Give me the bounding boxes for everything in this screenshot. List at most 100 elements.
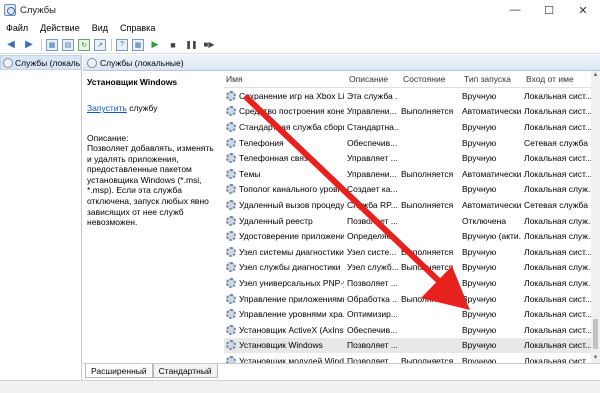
table-body: Сохранение игр на Xbox Live Эта служба ..… xyxy=(224,88,591,363)
window-controls: — ☐ ✕ xyxy=(498,0,600,20)
table-row[interactable]: Установщик ActiveX (AxInst... Обеспечив..… xyxy=(224,322,591,338)
description-text: Позволяет добавлять, изменять и удалять … xyxy=(87,143,214,228)
export-icon[interactable]: ↗ xyxy=(94,38,106,51)
cell-startup-type: Вручную xyxy=(462,246,497,257)
cell-name: Установщик модулей Wind... xyxy=(224,355,344,363)
service-gear-icon xyxy=(226,340,236,351)
cell-name: Управление уровнями хра... xyxy=(224,309,344,320)
services-app-icon xyxy=(4,4,16,16)
service-name: Стандартная служба сборщ... xyxy=(239,121,344,132)
service-gear-icon xyxy=(226,199,236,210)
table-row[interactable]: Телефонная связь Управляет ... Вручную Лока… xyxy=(224,150,591,166)
column-header-name[interactable]: Имя xyxy=(224,74,344,84)
cell-startup-type: Вручную xyxy=(462,324,497,335)
cell-startup-type: Вручную (акти... xyxy=(462,231,521,242)
table-row[interactable]: Темы Управлени... Выполняется Автоматически… xyxy=(224,166,591,182)
extended-view-icon[interactable]: ▦ xyxy=(132,38,144,51)
table-row[interactable]: Установщик Windows Позволяет ... Вручную Ло… xyxy=(224,337,591,354)
service-name: Сохранение игр на Xbox Live xyxy=(239,90,344,101)
vertical-scrollbar[interactable]: ▲ ▼ xyxy=(591,71,600,363)
menu-help[interactable]: Справка xyxy=(114,23,161,33)
menu-file[interactable]: Файл xyxy=(0,23,34,33)
restart-service-icon[interactable]: ■▶ xyxy=(202,38,216,52)
scroll-up-icon[interactable]: ▲ xyxy=(591,71,600,80)
table-row[interactable]: Телефония Обеспечив... Вручную Сетевая служ… xyxy=(224,135,591,151)
table-row[interactable]: Управление уровнями хра... Оптимизир... Вр… xyxy=(224,306,591,322)
service-name: Телефонная связь xyxy=(239,153,313,164)
tree-item-local-services[interactable]: Службы (локальн xyxy=(0,55,81,70)
status-bar xyxy=(0,380,600,393)
cell-startup-type: Вручную xyxy=(462,153,497,164)
service-gear-icon xyxy=(226,153,236,164)
cell-startup-type: Отключена xyxy=(462,215,507,226)
service-gear-icon xyxy=(226,246,236,257)
cell-status: Выполняется xyxy=(401,246,454,257)
cell-status: Выполняется xyxy=(401,106,454,117)
cell-name: Узел системы диагностики xyxy=(224,246,344,257)
column-header-startup-type[interactable]: Тип запуска xyxy=(459,74,521,84)
cell-name: Узел универсальных PNP-у... xyxy=(224,277,344,288)
column-header-log-on-as[interactable]: Вход от име xyxy=(521,74,591,84)
cell-description: Позволяет ... xyxy=(347,215,398,226)
minimize-button[interactable]: — xyxy=(498,0,532,20)
cell-description: Позволяет ... xyxy=(347,277,398,288)
refresh-icon[interactable]: ↻ xyxy=(78,38,90,51)
table-row[interactable]: Узел службы диагностики Узел служб... Выпо… xyxy=(224,260,591,276)
service-name: Средство построения конеч... xyxy=(239,106,344,117)
service-name: Управление уровнями хра... xyxy=(239,309,344,320)
cell-log-on-as: Локальная служ... xyxy=(524,277,591,288)
table-row[interactable]: Управление приложениями Обработка ... Выпо… xyxy=(224,291,591,307)
cell-startup-type: Автоматически xyxy=(462,168,521,179)
pause-service-icon[interactable]: ❚❚ xyxy=(184,38,198,52)
tab-extended[interactable]: Расширенный xyxy=(85,364,153,378)
table-row[interactable]: Узел системы диагностики Узел систе... Вып… xyxy=(224,244,591,260)
column-header-description[interactable]: Описание xyxy=(344,74,398,84)
cell-log-on-as: Локальная служ... xyxy=(524,184,591,195)
maximize-button[interactable]: ☐ xyxy=(532,0,566,20)
table-row[interactable]: Установщик модулей Wind... Позволяет ... В… xyxy=(224,353,591,363)
cell-status: Выполняется xyxy=(401,199,454,210)
cell-description: Оптимизир... xyxy=(347,309,398,320)
cell-description: Управляет ... xyxy=(347,153,398,164)
cell-startup-type: Вручную xyxy=(462,277,497,288)
start-service-link[interactable]: Запустить xyxy=(87,103,127,113)
cell-log-on-as: Локальная сист... xyxy=(524,293,591,304)
menu-view[interactable]: Вид xyxy=(86,23,114,33)
cell-description: Управлени... xyxy=(347,168,397,179)
tab-standard[interactable]: Стандартный xyxy=(152,364,218,378)
scroll-down-icon[interactable]: ▼ xyxy=(591,354,600,363)
help-icon[interactable]: ? xyxy=(116,38,128,51)
cell-startup-type: Вручную xyxy=(462,184,497,195)
cell-startup-type: Вручную xyxy=(462,137,497,148)
cell-description: Определяе... xyxy=(347,231,398,242)
table-row[interactable]: Стандартная служба сборщ...Стандартна...… xyxy=(224,119,591,135)
column-header-status[interactable]: Состояние xyxy=(398,74,459,84)
start-service-icon[interactable]: ▶ xyxy=(148,38,162,52)
close-button[interactable]: ✕ xyxy=(566,0,600,20)
cell-name: Тополог канального уровня xyxy=(224,184,344,195)
menu-action[interactable]: Действие xyxy=(34,23,86,33)
scrollbar-thumb[interactable] xyxy=(593,319,598,349)
cell-status: Выполняется xyxy=(401,355,454,363)
service-name: Тополог канального уровня xyxy=(239,184,344,195)
table-row[interactable]: Узел универсальных PNP-у... Позволяет ...… xyxy=(224,275,591,291)
table-row[interactable]: Средство построения конеч...Управлени...… xyxy=(224,104,591,120)
console-tree-icon[interactable]: ▦ xyxy=(46,38,58,51)
forward-icon[interactable]: ▶ xyxy=(22,38,36,52)
tree-item-label: Службы (локальн xyxy=(15,57,80,68)
cell-log-on-as: Локальная сист... xyxy=(524,355,591,363)
stop-service-icon[interactable]: ■ xyxy=(166,38,180,52)
back-icon[interactable]: ◀ xyxy=(4,38,18,52)
properties-icon[interactable]: ▤ xyxy=(62,38,74,51)
service-name: Установщик модулей Wind... xyxy=(239,355,344,363)
table-row[interactable]: Удаленный вызов процедур ...Служба RP...… xyxy=(224,197,591,213)
cell-startup-type: Вручную xyxy=(462,121,497,132)
cell-startup-type: Вручную xyxy=(462,90,497,101)
table-row[interactable]: Удаленный реестр Позволяет ... Отключена Ло… xyxy=(224,213,591,229)
start-service-line: Запустить службу xyxy=(87,103,220,113)
cell-name: Сохранение игр на Xbox Live xyxy=(224,90,344,101)
table-row[interactable]: Удостоверение приложения Определяе... Вруч… xyxy=(224,228,591,244)
table-row[interactable]: Сохранение игр на Xbox Live Эта служба ..… xyxy=(224,88,591,104)
table-row[interactable]: Тополог канального уровня Создает ка... Вр… xyxy=(224,182,591,198)
cell-name: Телефония xyxy=(224,137,344,148)
